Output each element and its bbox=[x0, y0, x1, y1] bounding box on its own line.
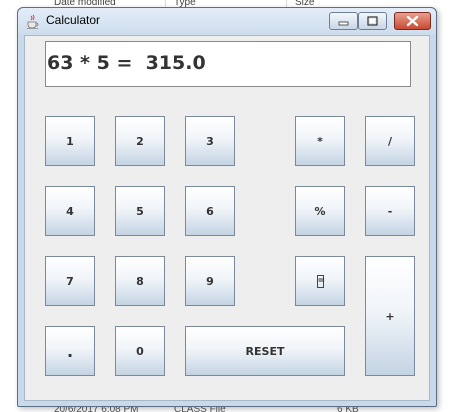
key-2-button[interactable]: 2 bbox=[115, 116, 165, 166]
close-button[interactable] bbox=[394, 12, 431, 30]
maximize-button[interactable] bbox=[358, 12, 387, 30]
key-0-button[interactable]: 0 bbox=[115, 326, 165, 376]
key-6-button[interactable]: 6 bbox=[185, 186, 235, 236]
equals-button[interactable]: = bbox=[295, 256, 345, 306]
minimize-icon bbox=[338, 21, 349, 26]
multiply-button[interactable]: * bbox=[295, 116, 345, 166]
display-field[interactable]: 63 * 5 = 315.0 bbox=[45, 41, 411, 87]
key-1-button[interactable]: 1 bbox=[45, 116, 95, 166]
reset-button[interactable]: RESET bbox=[185, 326, 345, 376]
close-icon bbox=[406, 15, 419, 27]
key-3-button[interactable]: 3 bbox=[185, 116, 235, 166]
maximize-icon bbox=[367, 16, 378, 26]
key-7-button[interactable]: 7 bbox=[45, 256, 95, 306]
calculator-panel: 63 * 5 = 315.0 1 2 3 * / 4 5 6 % - 7 8 9… bbox=[24, 35, 430, 401]
divide-button[interactable]: / bbox=[365, 116, 415, 166]
calculator-window: Calculator 63 * 5 = 315.0 1 2 3 * / 4 5 … bbox=[17, 7, 437, 407]
percent-button[interactable]: % bbox=[295, 186, 345, 236]
key-8-button[interactable]: 8 bbox=[115, 256, 165, 306]
title-bar[interactable]: Calculator bbox=[18, 8, 436, 35]
minus-button[interactable]: - bbox=[365, 186, 415, 236]
key-4-button[interactable]: 4 bbox=[45, 186, 95, 236]
java-cup-icon bbox=[27, 14, 39, 29]
display-text: 63 * 5 = 315.0 bbox=[47, 52, 206, 74]
equals-label: = bbox=[316, 274, 326, 288]
key-5-button[interactable]: 5 bbox=[115, 186, 165, 236]
key-9-button[interactable]: 9 bbox=[185, 256, 235, 306]
window-title: Calculator bbox=[46, 13, 101, 27]
minimize-button[interactable] bbox=[329, 12, 358, 30]
plus-button[interactable]: + bbox=[365, 256, 415, 376]
decimal-point-button[interactable]: . bbox=[45, 326, 95, 376]
